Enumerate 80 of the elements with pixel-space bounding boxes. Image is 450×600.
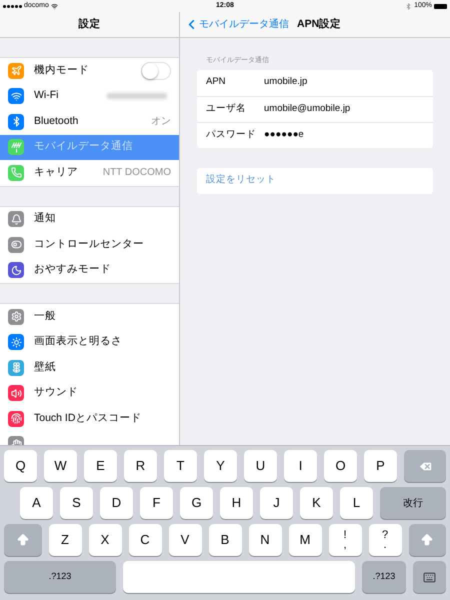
row-label: サウンド: [34, 385, 78, 400]
row-value: オン: [151, 115, 171, 130]
letter-key[interactable]: I: [284, 450, 317, 482]
keyboard-icon: [423, 570, 436, 584]
return-key[interactable]: 改行: [380, 487, 446, 519]
letter-key[interactable]: L: [340, 487, 373, 519]
battery-icon: [434, 4, 447, 8]
letter-key[interactable]: E: [84, 450, 117, 482]
letter-key[interactable]: F: [140, 487, 173, 519]
settings-row[interactable]: 機内モード: [0, 58, 179, 84]
settings-row[interactable]: サウンド: [0, 380, 179, 406]
signal-icon: [3, 4, 22, 8]
numbers-key[interactable]: .?123: [4, 561, 116, 593]
wifi-status-icon: [50, 2, 58, 10]
shift-icon: [16, 533, 30, 547]
letter-key[interactable]: C: [128, 524, 162, 556]
letter-key[interactable]: K: [300, 487, 333, 519]
letter-key[interactable]: A: [20, 487, 53, 519]
bluetooth-status-icon: [405, 2, 412, 10]
sidebar-title: 設定: [78, 16, 100, 32]
settings-row[interactable]: Wi-Fi: [0, 84, 179, 109]
letter-key[interactable]: J: [260, 487, 293, 519]
row-label: Wi-Fi: [34, 88, 58, 104]
settings-row[interactable]: Bluetooth オン: [0, 109, 179, 134]
letter-key[interactable]: P: [364, 450, 397, 482]
letter-key[interactable]: W: [44, 450, 77, 482]
row-label: Touch IDとパスコード: [34, 410, 142, 426]
row-label: 通知: [34, 211, 56, 226]
field-label: パスワード: [206, 128, 257, 142]
settings-row[interactable]: 一般: [0, 304, 179, 330]
letter-key[interactable]: V: [168, 524, 202, 556]
row-label: 機内モード: [34, 62, 89, 78]
shift-icon: [420, 533, 434, 547]
punctuation-key[interactable]: ? .: [368, 524, 402, 556]
settings-row[interactable]: おやすみモード: [0, 258, 179, 283]
letter-key[interactable]: S: [60, 487, 93, 519]
letter-key[interactable]: O: [324, 450, 357, 482]
row-label: おやすみモード: [34, 262, 111, 278]
letter-key[interactable]: Q: [4, 450, 37, 482]
letter-key[interactable]: U: [244, 450, 277, 482]
back-button[interactable]: モバイルデータ通信: [184, 17, 289, 32]
shift-key[interactable]: [4, 524, 42, 556]
settings-row[interactable]: 通知: [0, 206, 179, 232]
letter-key[interactable]: T: [164, 450, 197, 482]
field-label: ユーザ名: [206, 102, 247, 116]
page-title: APN設定: [297, 16, 342, 32]
shift-key[interactable]: [408, 524, 446, 556]
toggle-switch[interactable]: [141, 62, 171, 80]
punctuation-key[interactable]: ! ,: [328, 524, 362, 556]
input-field[interactable]: umobile@umobile.jp: [264, 102, 350, 116]
row-label: Bluetooth: [34, 114, 78, 129]
settings-row[interactable]: コントロールセンター: [0, 232, 179, 258]
row-label: 一般: [34, 308, 56, 324]
letter-key[interactable]: M: [288, 524, 322, 556]
settings-row[interactable]: 画面表示と明るさ: [0, 330, 179, 355]
numbers-key[interactable]: .?123: [362, 561, 406, 593]
letter-key[interactable]: Z: [48, 524, 82, 556]
letter-key[interactable]: N: [248, 524, 282, 556]
input-field[interactable]: umobile.jp: [264, 75, 308, 90]
row-label: モバイルデータ通信: [34, 139, 133, 154]
letter-key[interactable]: X: [88, 524, 122, 556]
letter-key[interactable]: G: [180, 487, 213, 519]
delete-key[interactable]: [404, 450, 446, 482]
letter-key[interactable]: D: [100, 487, 133, 519]
row-label: コントロールセンター: [34, 236, 144, 252]
blurred-value: [107, 93, 167, 100]
row-label: 壁紙: [34, 360, 56, 375]
letter-key[interactable]: Y: [204, 450, 237, 482]
input-field[interactable]: ●●●●●●e: [264, 128, 304, 142]
row-label: 画面表示と明るさ: [34, 334, 122, 350]
settings-row[interactable]: 壁紙: [0, 355, 179, 380]
row-value: NTT DOCOMO: [102, 166, 171, 180]
field-label: APN: [206, 75, 227, 90]
row-label: キャリア: [34, 164, 78, 180]
dismiss-keyboard-key[interactable]: [413, 561, 446, 593]
letter-key[interactable]: B: [208, 524, 242, 556]
letter-key[interactable]: H: [220, 487, 253, 519]
settings-row[interactable]: Touch IDとパスコード: [0, 406, 179, 432]
letter-key[interactable]: R: [124, 450, 157, 482]
settings-row[interactable]: キャリア NTT DOCOMO: [0, 160, 179, 186]
